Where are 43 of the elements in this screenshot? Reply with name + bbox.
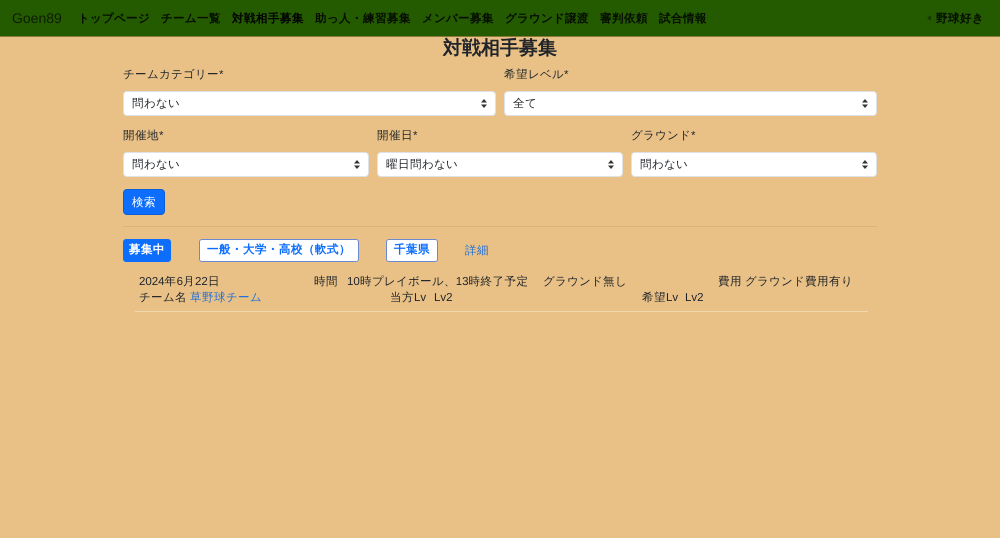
time-label: 時間 bbox=[314, 274, 339, 290]
nav-link[interactable]: チーム一覧 bbox=[160, 10, 221, 26]
nav-link[interactable]: グラウンド譲渡 bbox=[504, 10, 589, 26]
team-link[interactable]: 草野球チーム bbox=[190, 292, 262, 304]
team-label: チーム名 bbox=[139, 292, 187, 304]
field-label: 開催日* bbox=[377, 129, 418, 143]
select-field[interactable]: 問わない bbox=[123, 91, 496, 116]
level-label: 当方Lv bbox=[390, 290, 428, 306]
caret-icon bbox=[927, 15, 931, 21]
select-arrows-icon bbox=[862, 99, 868, 108]
select-arrows-icon bbox=[481, 99, 487, 108]
select-field[interactable]: 全て bbox=[504, 91, 877, 116]
select-field[interactable]: 曜日問わない bbox=[377, 152, 623, 177]
time-text: 10時プレイボール、13時終了予定 bbox=[347, 274, 530, 290]
page-title: 対戦相手募集 bbox=[442, 38, 558, 60]
ground-text: グラウンド無し bbox=[543, 274, 628, 290]
nav-link[interactable]: 審判依頼 bbox=[600, 10, 648, 26]
detail-link[interactable]: 詳細 bbox=[465, 243, 489, 258]
level-text: Lv2 bbox=[434, 291, 454, 306]
select-field[interactable]: 問わない bbox=[123, 152, 369, 177]
field-label: 希望レベル* bbox=[504, 68, 570, 82]
nav-link[interactable]: メンバー募集 bbox=[422, 10, 494, 26]
prefecture-tag: 千葉県 bbox=[386, 239, 438, 262]
level-text: Lv2 bbox=[685, 291, 705, 306]
field-label: 開催地* bbox=[123, 128, 164, 143]
field-label: グラウンド* bbox=[631, 129, 696, 143]
select-arrows-icon bbox=[354, 160, 360, 169]
nav-link[interactable]: トップページ bbox=[78, 10, 150, 26]
level-label: 希望Lv bbox=[642, 290, 680, 306]
status-badge: 募集中 bbox=[123, 239, 171, 262]
brand-logo[interactable]: Goen89 bbox=[12, 10, 62, 26]
nav-link[interactable]: 対戦相手募集 bbox=[232, 10, 304, 26]
select-arrows-icon bbox=[608, 160, 614, 169]
date-text: 2024年6月22日 bbox=[139, 274, 221, 290]
select-field[interactable]: 問わない bbox=[631, 152, 877, 177]
select-arrows-icon bbox=[862, 160, 868, 169]
nav-link[interactable]: 試合情報 bbox=[658, 10, 707, 26]
nav-link[interactable]: 助っ人・練習募集 bbox=[314, 10, 411, 26]
category-tag: 一般・大学・高校（軟式） bbox=[199, 239, 359, 262]
field-label: チームカテゴリー* bbox=[123, 68, 224, 82]
user-menu[interactable]: 野球好き bbox=[927, 10, 984, 26]
cost-text: 費用 グラウンド費用有り bbox=[718, 274, 854, 290]
search-button[interactable]: 検索 bbox=[123, 189, 165, 215]
